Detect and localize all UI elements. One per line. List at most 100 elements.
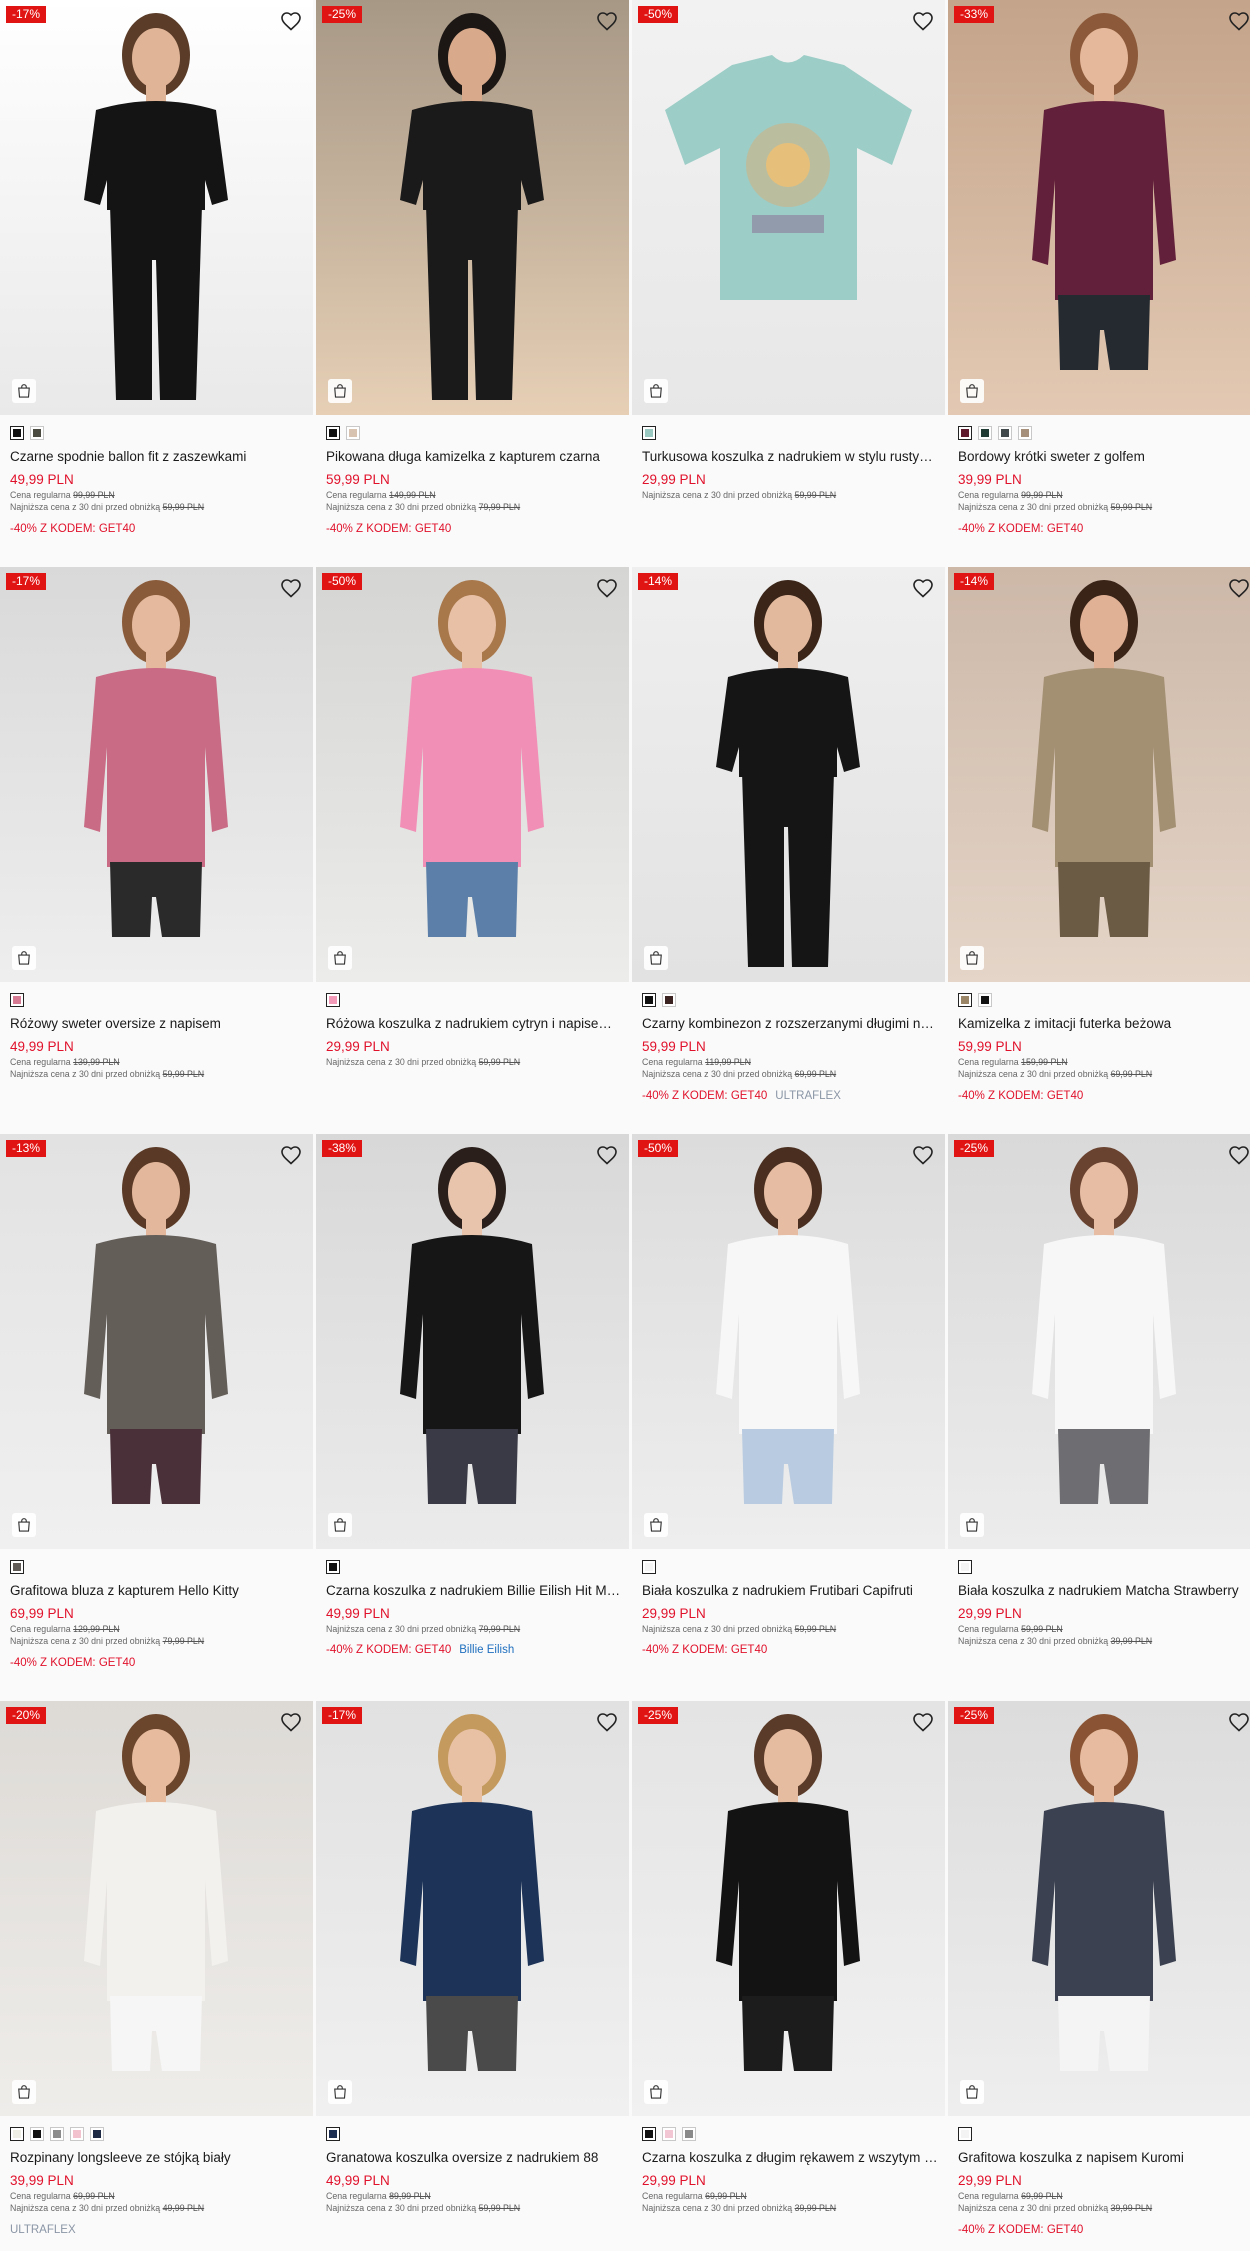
product-name[interactable]: Czarne spodnie ballon fit z zaszewkami [10,449,306,464]
wishlist-heart-icon[interactable] [1227,9,1250,33]
product-name[interactable]: Czarna koszulka z nadrukiem Billie Eilis… [326,1583,622,1598]
product-name[interactable]: Różowy sweter oversize z napisem [10,1016,306,1031]
color-swatch[interactable] [10,1560,24,1574]
color-swatch[interactable] [642,1560,656,1574]
color-swatch[interactable] [958,993,972,1007]
product-image[interactable]: -25% [948,1134,1250,1549]
color-swatch[interactable] [326,993,340,1007]
product-card[interactable]: -25% Grafitowa koszulka z napisem Kuromi… [948,1701,1250,2251]
color-swatch[interactable] [978,426,992,440]
add-to-bag-icon[interactable] [960,946,984,970]
product-card[interactable]: -50% Turkusowa koszulka z nadrukiem w st… [632,0,945,567]
wishlist-heart-icon[interactable] [1227,1143,1250,1167]
color-swatch[interactable] [326,426,340,440]
product-card[interactable]: -14% Kamizelka z imitacji futerka beżowa… [948,567,1250,1134]
color-swatch[interactable] [10,426,24,440]
color-swatch[interactable] [30,2127,44,2141]
color-swatch[interactable] [10,993,24,1007]
product-card[interactable]: -17% Granatowa koszulka oversize z nadru… [316,1701,629,2251]
add-to-bag-icon[interactable] [644,379,668,403]
wishlist-heart-icon[interactable] [279,1143,303,1167]
product-card[interactable]: -25% Biała koszulka z nadrukiem Matcha S… [948,1134,1250,1701]
add-to-bag-icon[interactable] [328,1513,352,1537]
product-card[interactable]: -13% Grafitowa bluza z kapturem Hello Ki… [0,1134,313,1701]
wishlist-heart-icon[interactable] [595,576,619,600]
product-name[interactable]: Pikowana długa kamizelka z kapturem czar… [326,449,622,464]
product-image[interactable]: -38% [316,1134,629,1549]
color-swatch[interactable] [642,2127,656,2141]
product-image[interactable]: -33% [948,0,1250,415]
wishlist-heart-icon[interactable] [911,576,935,600]
product-card[interactable]: -20% Rozpinany longsleeve ze stójką biał… [0,1701,313,2251]
add-to-bag-icon[interactable] [960,1513,984,1537]
color-swatch[interactable] [1018,426,1032,440]
product-card[interactable]: -25% Pikowana długa kamizelka z kapturem… [316,0,629,567]
color-swatch[interactable] [30,426,44,440]
color-swatch[interactable] [662,993,676,1007]
collection-tag[interactable]: ULTRAFLEX [10,2224,76,2236]
color-swatch[interactable] [70,2127,84,2141]
collection-tag[interactable]: Billie Eilish [459,1644,514,1656]
product-image[interactable]: -14% [948,567,1250,982]
product-card[interactable]: -14% Czarny kombinezon z rozszerzanymi d… [632,567,945,1134]
wishlist-heart-icon[interactable] [279,576,303,600]
wishlist-heart-icon[interactable] [595,1143,619,1167]
product-name[interactable]: Rozpinany longsleeve ze stójką biały [10,2150,306,2165]
collection-tag[interactable]: ULTRAFLEX [775,1090,841,1102]
wishlist-heart-icon[interactable] [595,9,619,33]
add-to-bag-icon[interactable] [12,1513,36,1537]
product-card[interactable]: -17% Czarne spodnie ballon fit z zaszewk… [0,0,313,567]
product-name[interactable]: Turkusowa koszulka z nadrukiem w stylu r… [642,449,938,464]
product-image[interactable]: -14% [632,567,945,982]
product-name[interactable]: Różowa koszulka z nadrukiem cytryn i nap… [326,1016,622,1031]
color-swatch[interactable] [978,993,992,1007]
product-image[interactable]: -17% [0,0,313,415]
add-to-bag-icon[interactable] [960,2080,984,2104]
product-name[interactable]: Granatowa koszulka oversize z nadrukiem … [326,2150,622,2165]
product-name[interactable]: Grafitowa koszulka z napisem Kuromi [958,2150,1250,2165]
product-image[interactable]: -17% [316,1701,629,2116]
wishlist-heart-icon[interactable] [911,9,935,33]
product-card[interactable]: -33% Bordowy krótki sweter z golfem 39,99… [948,0,1250,567]
add-to-bag-icon[interactable] [960,379,984,403]
wishlist-heart-icon[interactable] [1227,1710,1250,1734]
color-swatch[interactable] [958,426,972,440]
add-to-bag-icon[interactable] [12,379,36,403]
color-swatch[interactable] [998,426,1012,440]
product-card[interactable]: -17% Różowy sweter oversize z napisem 49,… [0,567,313,1134]
add-to-bag-icon[interactable] [328,2080,352,2104]
color-swatch[interactable] [346,426,360,440]
add-to-bag-icon[interactable] [328,379,352,403]
product-name[interactable]: Czarny kombinezon z rozszerzanymi długim… [642,1016,938,1031]
add-to-bag-icon[interactable] [644,946,668,970]
product-card[interactable]: -38% Czarna koszulka z nadrukiem Billie … [316,1134,629,1701]
color-swatch[interactable] [326,1560,340,1574]
color-swatch[interactable] [682,2127,696,2141]
wishlist-heart-icon[interactable] [911,1710,935,1734]
product-name[interactable]: Czarna koszulka z długim rękawem z wszyt… [642,2150,938,2165]
product-image[interactable]: -25% [316,0,629,415]
wishlist-heart-icon[interactable] [911,1143,935,1167]
product-name[interactable]: Bordowy krótki sweter z golfem [958,449,1250,464]
wishlist-heart-icon[interactable] [1227,576,1250,600]
product-image[interactable]: -50% [632,0,945,415]
color-swatch[interactable] [90,2127,104,2141]
add-to-bag-icon[interactable] [644,1513,668,1537]
product-name[interactable]: Kamizelka z imitacji futerka beżowa [958,1016,1250,1031]
product-name[interactable]: Biała koszulka z nadrukiem Matcha Strawb… [958,1583,1250,1598]
product-name[interactable]: Grafitowa bluza z kapturem Hello Kitty [10,1583,306,1598]
wishlist-heart-icon[interactable] [279,1710,303,1734]
color-swatch[interactable] [662,2127,676,2141]
product-image[interactable]: -50% [316,567,629,982]
add-to-bag-icon[interactable] [328,946,352,970]
add-to-bag-icon[interactable] [12,2080,36,2104]
color-swatch[interactable] [326,2127,340,2141]
product-card[interactable]: -50% Różowa koszulka z nadrukiem cytryn … [316,567,629,1134]
add-to-bag-icon[interactable] [12,946,36,970]
product-image[interactable]: -25% [632,1701,945,2116]
color-swatch[interactable] [958,2127,972,2141]
add-to-bag-icon[interactable] [644,2080,668,2104]
product-name[interactable]: Biała koszulka z nadrukiem Frutibari Cap… [642,1583,938,1598]
product-card[interactable]: -25% Czarna koszulka z długim rękawem z … [632,1701,945,2251]
wishlist-heart-icon[interactable] [279,9,303,33]
